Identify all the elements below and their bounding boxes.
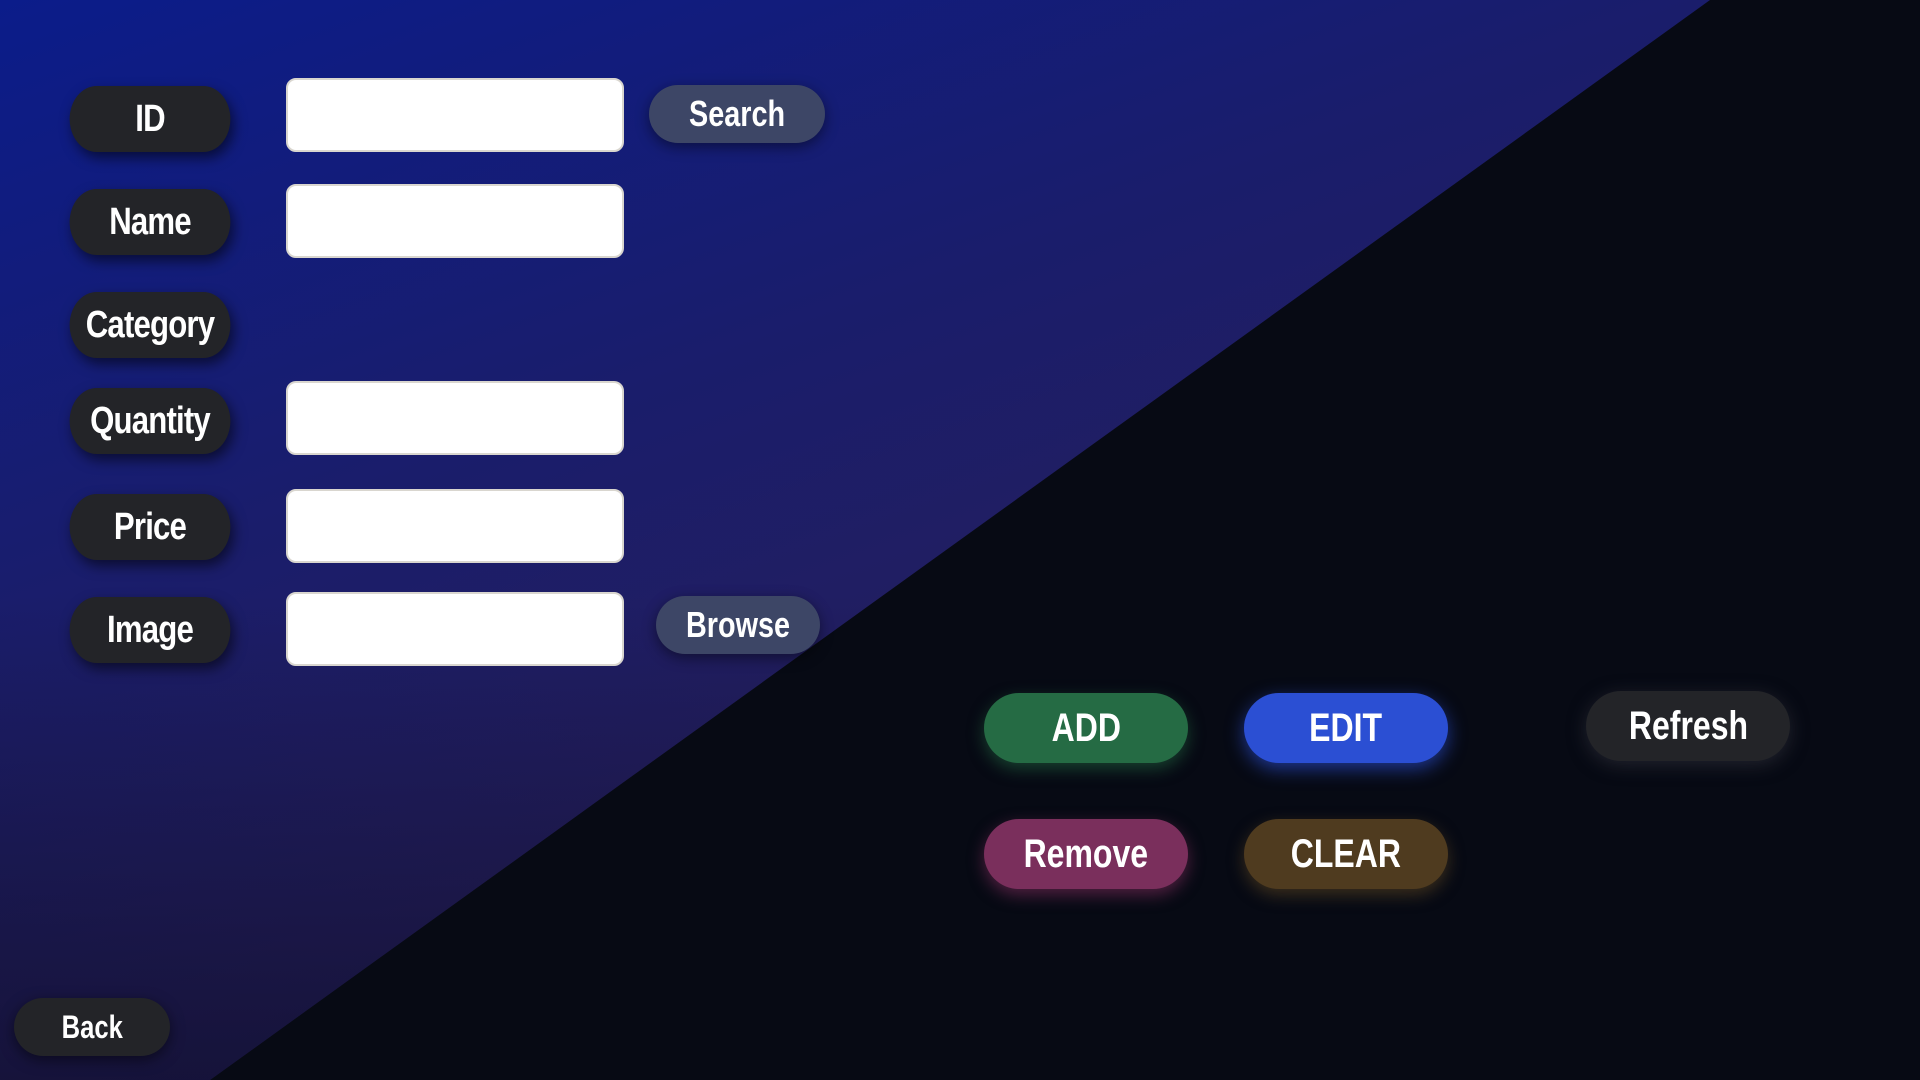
name-input[interactable] — [286, 184, 624, 258]
add-button[interactable]: ADD — [984, 693, 1188, 763]
quantity-input[interactable] — [286, 381, 624, 455]
label-category-text: Category — [85, 303, 215, 346]
back-button-label: Back — [61, 1008, 123, 1045]
label-id-text: ID — [135, 97, 165, 140]
price-input[interactable] — [286, 489, 624, 563]
back-button[interactable]: Back — [14, 998, 170, 1056]
label-image: Image — [69, 597, 231, 663]
remove-button-label: Remove — [1023, 831, 1149, 876]
browse-button[interactable]: Browse — [656, 596, 820, 654]
label-id: ID — [69, 86, 231, 152]
label-quantity-text: Quantity — [90, 399, 211, 442]
browse-button-label: Browse — [685, 604, 791, 645]
label-price: Price — [69, 494, 231, 560]
search-button[interactable]: Search — [649, 85, 825, 143]
add-button-label: ADD — [1051, 705, 1121, 750]
label-category: Category — [69, 292, 231, 358]
edit-button[interactable]: EDIT — [1244, 693, 1448, 763]
label-name-text: Name — [109, 200, 191, 243]
id-input[interactable] — [286, 78, 624, 152]
label-name: Name — [69, 189, 231, 255]
refresh-button-label: Refresh — [1628, 703, 1748, 748]
refresh-button[interactable]: Refresh — [1586, 691, 1790, 761]
label-price-text: Price — [113, 505, 187, 548]
remove-button[interactable]: Remove — [984, 819, 1188, 889]
search-button-label: Search — [688, 93, 786, 134]
label-image-text: Image — [107, 608, 194, 651]
clear-button-label: CLEAR — [1290, 831, 1402, 876]
label-quantity: Quantity — [69, 388, 231, 454]
clear-button[interactable]: CLEAR — [1244, 819, 1448, 889]
image-input[interactable] — [286, 592, 624, 666]
edit-button-label: EDIT — [1309, 705, 1383, 750]
